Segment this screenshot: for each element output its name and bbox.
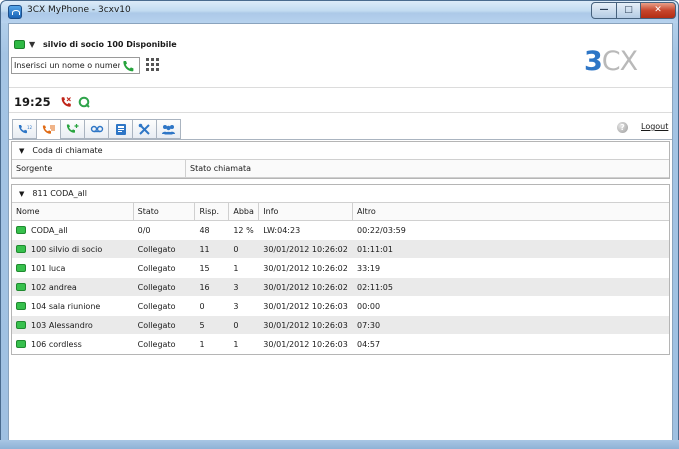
missed-call-icon[interactable] [60, 96, 72, 108]
column-header[interactable]: Abba [229, 202, 260, 221]
app-window: 3CX MyPhone - 3cxv10 — □ ✕ ▼ silvio di s… [0, 0, 679, 449]
tab-dialer[interactable]: 123 [12, 119, 37, 139]
column-header[interactable]: Info [259, 202, 353, 221]
table-row[interactable]: 103 Alessandro Collegato 5 0 30/01/2012 … [12, 316, 669, 335]
add-call-icon [66, 124, 78, 133]
column-header[interactable]: Nome [12, 202, 134, 221]
dial-search-input[interactable] [12, 59, 120, 72]
tab-call-queue[interactable] [36, 119, 61, 140]
call-queue-title: Coda di chiamate [32, 146, 103, 155]
collapse-arrow-icon[interactable]: ▼ [19, 147, 24, 155]
presence-status-icon [14, 39, 25, 49]
table-row[interactable]: 106 cordless Collegato 1 1 30/01/2012 10… [12, 335, 669, 354]
dialpad-icon[interactable] [146, 58, 159, 71]
tab-phonebook[interactable] [108, 119, 133, 139]
clock-row: 19:25 [14, 94, 90, 110]
dial-search-field[interactable] [11, 57, 140, 74]
column-header[interactable]: Sorgente [12, 159, 186, 178]
queue-agents-header[interactable]: ▼ 811 CODA_all [12, 185, 669, 203]
main-panel: ▼ silvio di socio 100 Disponibile 3CX 19… [8, 23, 673, 441]
tab-users[interactable] [156, 119, 181, 139]
table-row[interactable]: 100 silvio di socio Collegato 11 0 30/01… [12, 240, 669, 259]
table-row[interactable]: 101 luca Collegato 15 1 30/01/2012 10:26… [12, 259, 669, 278]
phonebook-icon [115, 123, 126, 135]
svg-text:123: 123 [27, 125, 32, 130]
function-tabs: 123 [12, 119, 181, 140]
close-button[interactable]: ✕ [640, 2, 676, 19]
maximize-button[interactable]: □ [616, 2, 641, 19]
collapse-arrow-icon[interactable]: ▼ [19, 190, 24, 198]
status-led-icon [16, 264, 26, 272]
agents-column-header: Nome Stato Risp. Abba Info Altro [12, 202, 669, 221]
tab-tools[interactable] [132, 119, 157, 139]
settings-tools-icon [138, 123, 150, 135]
help-icon[interactable]: ? [617, 122, 628, 133]
call-queue-header[interactable]: ▼ Coda di chiamate [12, 142, 669, 160]
queue-agents-panel: ▼ 811 CODA_all Nome Stato Risp. Abba Inf… [11, 184, 670, 355]
status-led-icon [16, 302, 26, 310]
status-led-icon [16, 321, 26, 329]
call-queue-panel: ▼ Coda di chiamate Sorgente Stato chiama… [11, 141, 670, 179]
app-phone-icon [8, 5, 22, 19]
users-icon [162, 124, 175, 134]
status-led-icon [16, 340, 26, 348]
tab-baseline [9, 139, 672, 140]
divider [9, 87, 672, 88]
chevron-down-icon[interactable]: ▼ [29, 40, 39, 49]
status-led-icon [16, 283, 26, 291]
call-button[interactable] [120, 59, 136, 73]
table-row[interactable]: 102 andrea Collegato 16 3 30/01/2012 10:… [12, 278, 669, 297]
phone-dialer-icon: 123 [18, 125, 32, 134]
column-header[interactable]: Altro [353, 203, 669, 221]
clock-time: 19:25 [14, 95, 51, 109]
voicemail-icon [90, 125, 103, 133]
status-led-icon [16, 245, 26, 253]
table-row[interactable]: 104 sala riunione Collegato 0 3 30/01/20… [12, 297, 669, 316]
status-led-icon [16, 226, 26, 234]
call-queue-column-header: Sorgente Stato chiamata [12, 159, 669, 178]
column-header[interactable]: Stato chiamata [186, 160, 669, 178]
divider [9, 112, 672, 113]
presence-selector[interactable]: ▼ silvio di socio 100 Disponibile [14, 37, 177, 51]
tab-add-call[interactable] [60, 119, 85, 139]
table-row[interactable]: CODA_all 0/0 48 12 % LW:04:23 00:22/03:5… [12, 221, 669, 240]
brand-logo: 3CX [584, 46, 638, 77]
column-header[interactable]: Risp. [195, 202, 230, 221]
minimize-button[interactable]: — [591, 2, 617, 19]
agents-table-body: CODA_all 0/0 48 12 % LW:04:23 00:22/03:5… [12, 221, 669, 354]
tab-voicemail[interactable] [84, 119, 109, 139]
queue-agents-title: 811 CODA_all [32, 189, 87, 198]
logout-link[interactable]: Logout [641, 122, 668, 131]
column-header[interactable]: Stato [134, 202, 196, 221]
call-queue-icon [42, 125, 55, 134]
queue-status-icon[interactable] [78, 96, 90, 108]
user-status-label: silvio di socio 100 Disponibile [43, 39, 177, 49]
window-bottom-edge [0, 440, 679, 449]
window-title: 3CX MyPhone - 3cxv10 [27, 5, 131, 15]
title-bar[interactable]: 3CX MyPhone - 3cxv10 — □ ✕ [1, 1, 678, 23]
phone-handset-icon [122, 60, 133, 71]
